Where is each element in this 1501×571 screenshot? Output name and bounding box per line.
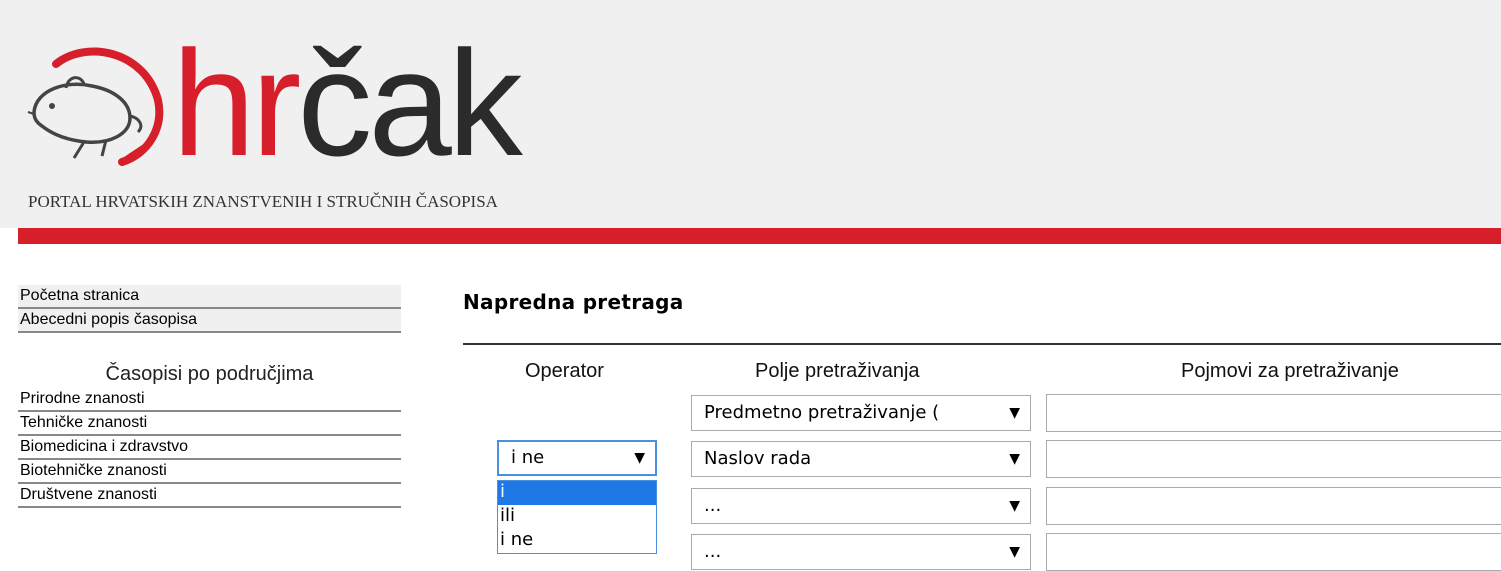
sidebar-item-biotechnical-sciences[interactable]: Biotehničke znanosti [18, 460, 401, 484]
hamster-logo-icon[interactable] [26, 42, 166, 172]
sidebar-link-home[interactable]: Početna stranica [18, 285, 401, 309]
operator-option-ili[interactable]: ili [498, 505, 656, 529]
logo-wordmark[interactable]: hrčak [172, 18, 523, 188]
chevron-down-icon: ▼ [634, 450, 645, 466]
column-header-operator: Operator [525, 360, 604, 382]
sidebar-item-biomedicine[interactable]: Biomedicina i zdravstvo [18, 436, 401, 460]
chevron-down-icon: ▼ [1009, 451, 1020, 467]
sidebar: Početna stranica Abecedni popis časopisa… [18, 285, 401, 508]
column-header-field: Polje pretraživanja [755, 360, 920, 382]
logo-wordmark-red: hr [172, 19, 301, 187]
chevron-down-icon: ▼ [1009, 544, 1020, 560]
field-select-3[interactable]: ... ▼ [691, 488, 1031, 524]
field-select-value: Predmetno pretraživanje ( [704, 402, 940, 423]
site-tagline: PORTAL HRVATSKIH ZNANSTVENIH I STRUČNIH … [28, 192, 498, 211]
header-divider [18, 228, 1501, 244]
operator-dropdown-list: i ili i ne [497, 480, 657, 554]
chevron-down-icon: ▼ [1009, 405, 1020, 421]
field-select-2[interactable]: Naslov rada ▼ [691, 441, 1031, 477]
operator-select-2[interactable]: i ne ▼ [497, 440, 657, 476]
site-header: hrčak PORTAL HRVATSKIH ZNANSTVENIH I STR… [0, 0, 1501, 228]
logo-wordmark-dark: čak [297, 19, 522, 187]
field-select-value: Naslov rada [704, 448, 812, 469]
field-select-value: ... [704, 495, 722, 516]
sidebar-item-social-sciences[interactable]: Društvene znanosti [18, 484, 401, 508]
title-divider [463, 343, 1501, 345]
sidebar-link-journal-list[interactable]: Abecedni popis časopisa [18, 309, 401, 333]
page-title: Napredna pretraga [463, 290, 684, 314]
operator-select-value: i ne [511, 447, 545, 468]
sidebar-item-technical-sciences[interactable]: Tehničke znanosti [18, 412, 401, 436]
search-term-input-4[interactable] [1046, 533, 1501, 571]
sidebar-item-natural-sciences[interactable]: Prirodne znanosti [18, 388, 401, 412]
column-header-terms: Pojmovi za pretraživanje [1181, 360, 1399, 382]
field-select-1[interactable]: Predmetno pretraživanje ( ▼ [691, 395, 1031, 431]
sidebar-heading: Časopisi po područjima [18, 360, 401, 388]
field-select-4[interactable]: ... ▼ [691, 534, 1031, 570]
search-term-input-3[interactable] [1046, 487, 1501, 525]
field-select-value: ... [704, 541, 722, 562]
chevron-down-icon: ▼ [1009, 498, 1020, 514]
advanced-search: Napredna pretraga Operator Polje pretraž… [463, 287, 1501, 571]
search-term-input-2[interactable] [1046, 440, 1501, 478]
operator-option-i[interactable]: i [498, 481, 656, 505]
operator-option-i-ne[interactable]: i ne [498, 529, 656, 553]
search-term-input-1[interactable] [1046, 394, 1501, 432]
